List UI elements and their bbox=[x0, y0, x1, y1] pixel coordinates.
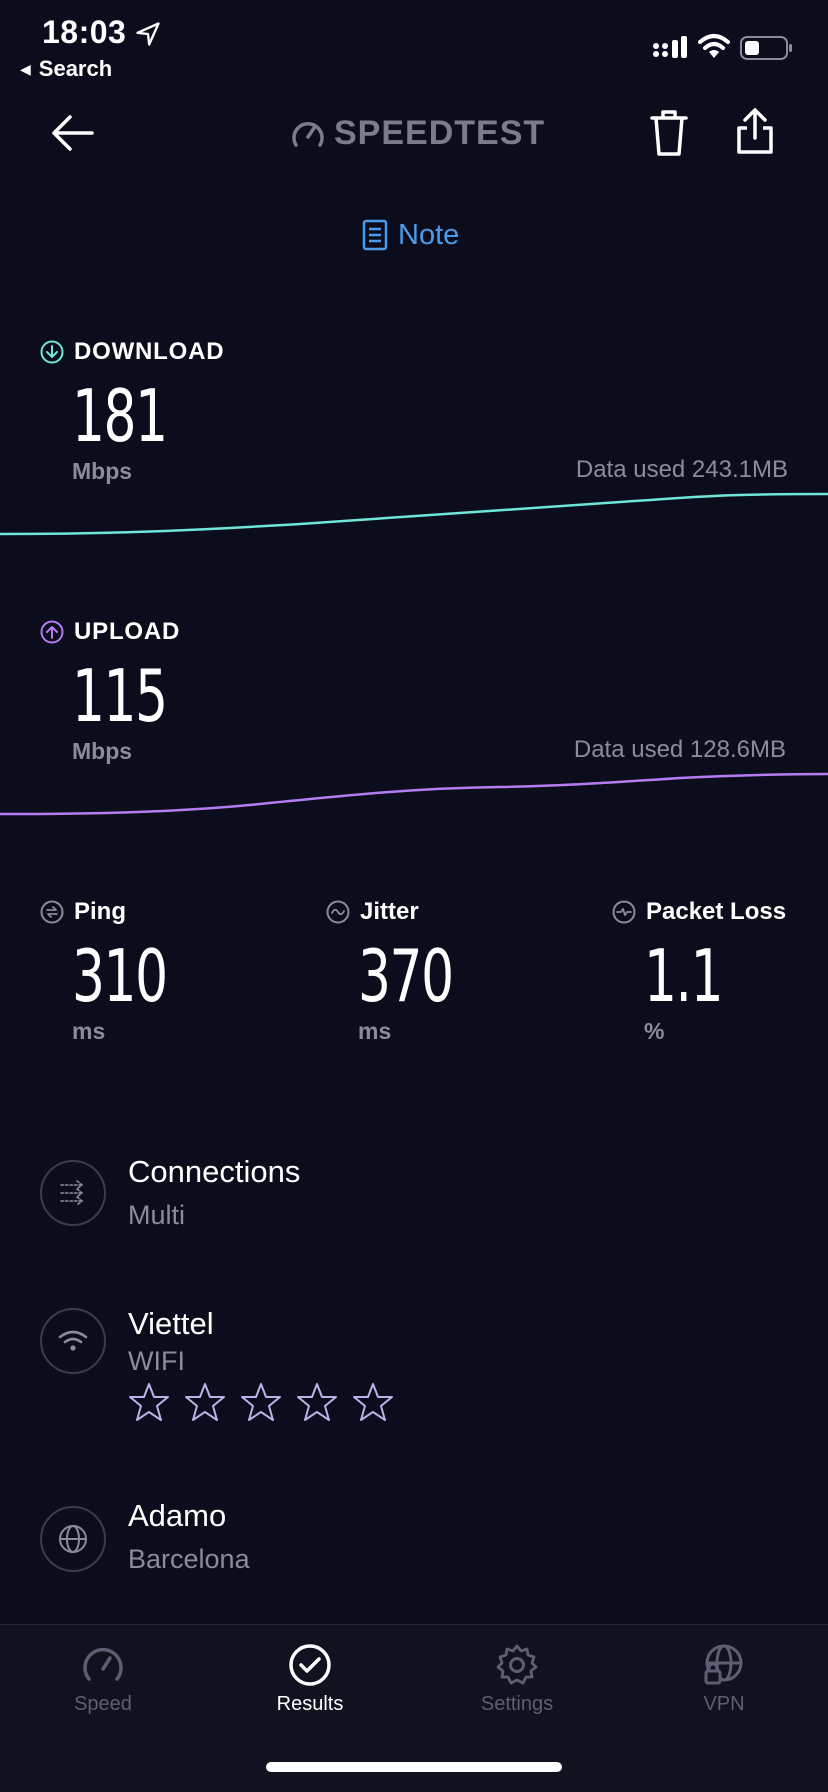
location-arrow-icon bbox=[136, 22, 160, 46]
wifi-icon bbox=[58, 1330, 88, 1351]
download-arrow-icon bbox=[40, 340, 64, 364]
ping-unit: ms bbox=[72, 1018, 106, 1044]
server-subtitle: Barcelona bbox=[128, 1544, 250, 1574]
packet-loss-icon bbox=[612, 900, 636, 924]
tab-speed[interactable]: Speed bbox=[23, 1643, 183, 1716]
wifi-status-icon bbox=[698, 34, 730, 58]
battery-icon bbox=[740, 36, 792, 60]
home-indicator[interactable] bbox=[266, 1762, 562, 1772]
provider-rating[interactable] bbox=[128, 1382, 394, 1422]
star-icon[interactable] bbox=[128, 1382, 170, 1422]
back-triangle-icon: ◀ bbox=[20, 61, 31, 77]
speedtest-logo: SPEEDTEST bbox=[290, 110, 545, 156]
upload-label: UPLOAD bbox=[40, 618, 180, 646]
note-icon bbox=[362, 219, 388, 251]
ping-label: Ping bbox=[40, 898, 126, 926]
back-search-label: Search bbox=[38, 56, 113, 81]
brand-name: SPEEDTEST bbox=[334, 113, 546, 152]
connections-icon bbox=[60, 1180, 84, 1206]
star-icon[interactable] bbox=[184, 1382, 226, 1422]
provider-title: Viettel bbox=[128, 1306, 214, 1341]
packet-loss-label-text: Packet Loss bbox=[646, 898, 787, 925]
jitter-label-text: Jitter bbox=[360, 898, 419, 925]
packet-loss-value: 1.1 bbox=[644, 934, 724, 1018]
results-detail-screen: 18:03 ◀ Search SPEEDTEST Note DOWNLOAD 1… bbox=[0, 0, 828, 1792]
trash-icon[interactable] bbox=[648, 108, 690, 158]
speedometer-icon bbox=[292, 122, 324, 147]
globe-lock-icon bbox=[704, 1644, 743, 1685]
tab-settings-label: Settings bbox=[480, 1693, 554, 1715]
jitter-unit: ms bbox=[358, 1018, 392, 1044]
gear-icon bbox=[496, 1644, 538, 1685]
note-label: Note bbox=[398, 218, 460, 251]
ping-icon bbox=[40, 900, 64, 924]
jitter-icon bbox=[326, 900, 350, 924]
back-to-search-link[interactable]: ◀ Search bbox=[20, 56, 112, 82]
jitter-label: Jitter bbox=[326, 898, 419, 926]
star-icon[interactable] bbox=[352, 1382, 394, 1422]
connections-subtitle: Multi bbox=[128, 1200, 186, 1230]
cellular-signal-icon bbox=[653, 36, 687, 58]
speedometer-icon bbox=[83, 1648, 123, 1681]
upload-value: 115 bbox=[72, 654, 168, 738]
ping-value: 310 bbox=[72, 934, 168, 1018]
download-graph bbox=[0, 492, 828, 536]
packet-loss-label: Packet Loss bbox=[612, 898, 786, 926]
packet-loss-unit: % bbox=[644, 1018, 665, 1044]
jitter-value: 370 bbox=[358, 934, 454, 1018]
server-title: Adamo bbox=[128, 1498, 227, 1533]
tab-speed-label: Speed bbox=[74, 1693, 132, 1715]
back-arrow-icon[interactable] bbox=[48, 108, 98, 158]
tab-results[interactable]: Results bbox=[230, 1643, 390, 1716]
download-label-text: DOWNLOAD bbox=[74, 338, 225, 365]
provider-subtitle: WIFI bbox=[128, 1346, 185, 1376]
connections-title: Connections bbox=[128, 1154, 301, 1189]
tab-results-label: Results bbox=[276, 1693, 344, 1715]
note-button[interactable]: Note bbox=[362, 214, 459, 256]
tab-settings[interactable]: Settings bbox=[437, 1643, 597, 1716]
star-icon[interactable] bbox=[296, 1382, 338, 1422]
ping-label-text: Ping bbox=[74, 898, 126, 925]
server-icon-badge bbox=[40, 1506, 106, 1572]
upload-label-text: UPLOAD bbox=[74, 618, 181, 645]
star-icon[interactable] bbox=[240, 1382, 282, 1422]
check-circle-icon bbox=[289, 1644, 331, 1686]
globe-icon bbox=[59, 1525, 87, 1553]
upload-arrow-icon bbox=[40, 620, 64, 644]
download-value: 181 bbox=[72, 374, 168, 458]
tab-vpn[interactable]: VPN bbox=[644, 1643, 804, 1716]
provider-icon-badge bbox=[40, 1308, 106, 1374]
status-time: 18:03 bbox=[42, 14, 127, 50]
upload-graph bbox=[0, 772, 828, 816]
download-label: DOWNLOAD bbox=[40, 338, 224, 366]
tab-vpn-label: VPN bbox=[703, 1693, 745, 1715]
share-icon[interactable] bbox=[734, 106, 776, 156]
connections-icon-badge bbox=[40, 1160, 106, 1226]
